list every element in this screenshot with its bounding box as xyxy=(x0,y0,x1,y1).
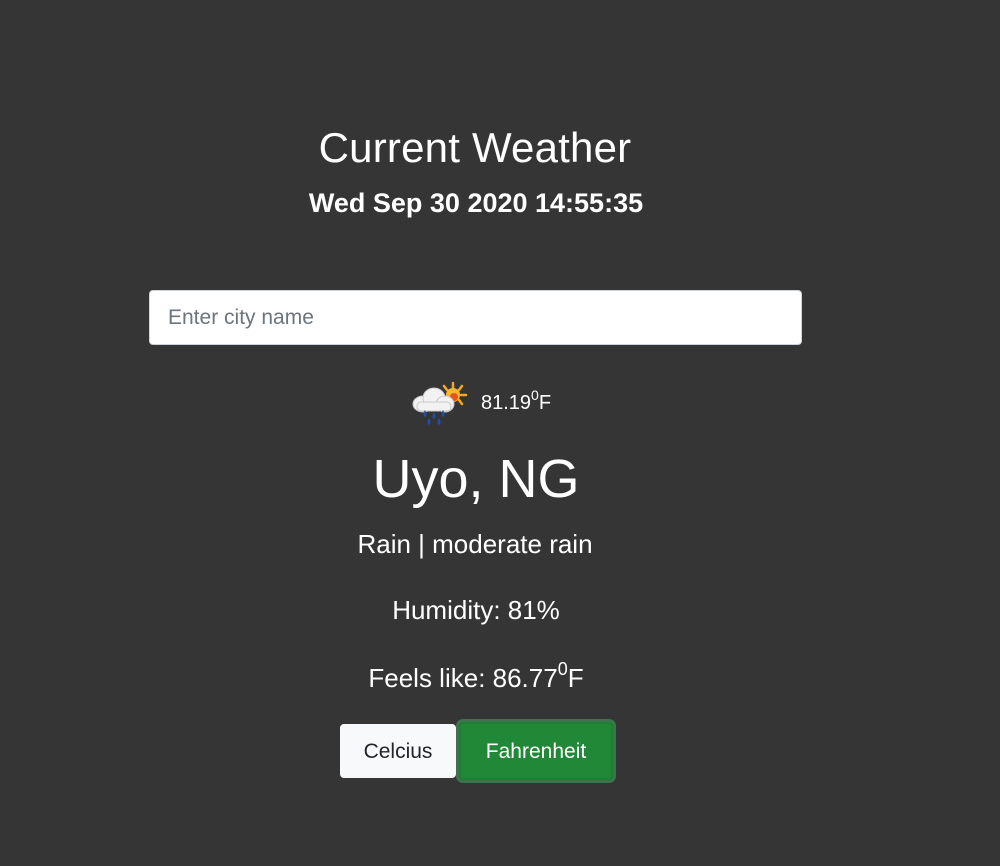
feels-like-unit: F xyxy=(567,663,584,693)
feels-like-text: Feels like: 86.770F xyxy=(0,659,952,694)
weather-description: Rain | moderate rain xyxy=(357,529,593,559)
temperature-value: 81.19 xyxy=(480,392,532,414)
celsius-button[interactable]: Celcius xyxy=(340,724,456,778)
current-datetime: Wed Sep 30 2020 14:55:35 xyxy=(308,188,644,218)
degree-symbol: 0 xyxy=(531,387,539,403)
weather-app: Current Weather Wed Sep 30 2020 14:55:35 xyxy=(0,0,1000,866)
current-conditions-row: 81.190F xyxy=(0,380,960,426)
rain-cloud-sun-icon xyxy=(412,381,468,425)
feels-like-label: Feels like: xyxy=(368,663,493,693)
fahrenheit-button[interactable]: Fahrenheit xyxy=(459,722,613,780)
location-name: Uyo, NG xyxy=(372,449,580,509)
feels-like-degree-symbol: 0 xyxy=(557,659,568,679)
feels-like-value: 86.77 xyxy=(492,663,558,693)
humidity-text: Humidity: 81% xyxy=(392,595,560,625)
city-search-input[interactable] xyxy=(149,290,802,345)
page-title: Current Weather xyxy=(318,124,632,171)
temperature-unit: F xyxy=(538,392,552,414)
current-temperature: 81.190F xyxy=(480,388,552,415)
